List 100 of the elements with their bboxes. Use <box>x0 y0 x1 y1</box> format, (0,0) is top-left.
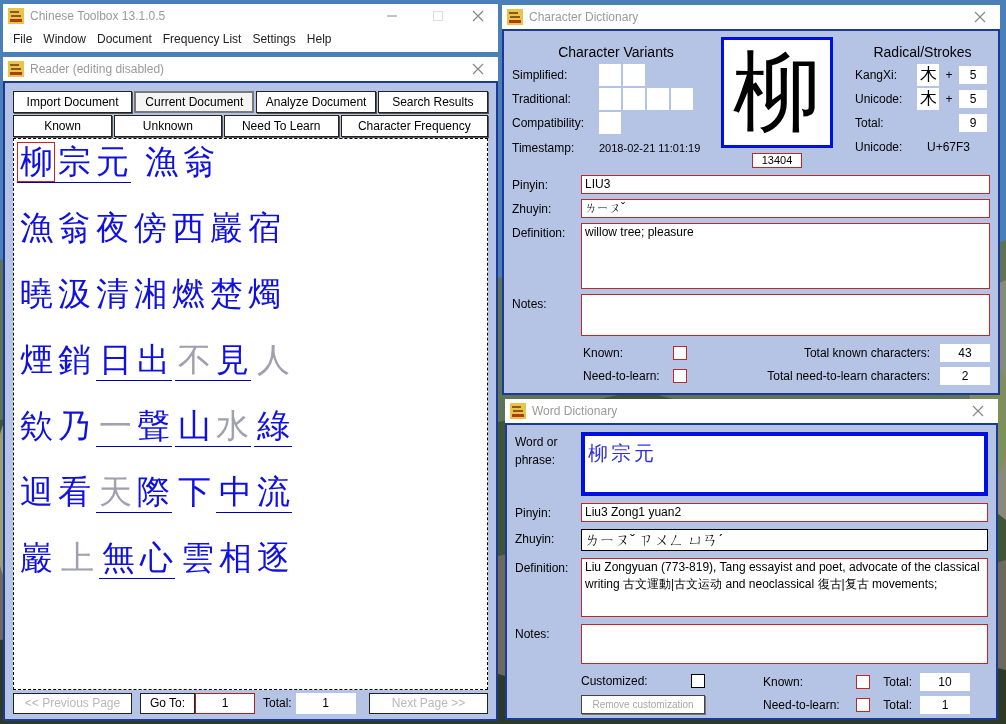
field-label: KangXi: <box>855 67 899 84</box>
field-label: Customized: <box>581 673 649 690</box>
field-label: Known: <box>583 345 625 362</box>
checkbox[interactable] <box>856 675 870 689</box>
menu-item[interactable]: Window <box>38 30 92 48</box>
tab[interactable]: Current Document <box>134 91 255 113</box>
tab[interactable]: Need To Learn <box>223 115 339 137</box>
frequency-field: 13404 <box>752 153 802 168</box>
word-link[interactable]: 柳 宗 元 <box>17 142 131 183</box>
total-label: Total: <box>882 674 912 691</box>
field-label: Notes: <box>512 296 548 313</box>
app-logo-icon <box>510 403 526 419</box>
field-label: Traditional: <box>512 91 572 108</box>
field-label: Word or phrase: <box>515 434 559 469</box>
total-label: Total: <box>882 697 912 714</box>
total-label: Total: <box>263 695 292 712</box>
text-field[interactable]: LIU3 <box>581 175 990 194</box>
field-label: Notes: <box>515 626 551 643</box>
app-logo-icon <box>8 8 24 24</box>
reader-text[interactable]: 曉汲清湘 燃 楚燭 <box>17 274 283 315</box>
window-title: Chinese Toolbox 13.1.0.5 <box>30 8 167 25</box>
checkbox[interactable] <box>691 674 705 688</box>
text-area[interactable] <box>581 294 990 336</box>
window-title: Reader (editing disabled) <box>30 61 166 78</box>
stroke-count: 5 <box>959 90 987 108</box>
menu-item[interactable]: Document <box>92 30 157 48</box>
word-link[interactable]: 不 見 <box>175 340 251 381</box>
radical-character: 木 <box>917 64 939 86</box>
word-link[interactable]: 綠 <box>254 406 292 447</box>
reader-text[interactable]: 煙銷 <box>17 340 93 381</box>
checkbox[interactable] <box>856 698 870 712</box>
phrase-field[interactable]: 柳宗元 <box>581 432 988 496</box>
text-field[interactable]: ㄌㄧㄡˇ <box>581 199 990 218</box>
maximize-icon <box>433 11 443 21</box>
page-field[interactable]: 1 <box>195 692 255 714</box>
timestamp-value: 2018-02-21 11:01:19 <box>599 140 701 156</box>
total-field: 1 <box>295 692 356 714</box>
window-title: Word Dictionary <box>532 403 619 420</box>
app-logo-icon <box>8 61 24 77</box>
checkbox[interactable] <box>673 369 687 383</box>
field-label: Definition: <box>515 560 570 577</box>
total-label: Total need-to-learn characters: <box>766 368 931 385</box>
field-label: Total: <box>855 115 885 132</box>
text-area[interactable]: willow tree; pleasure <box>581 223 990 289</box>
reader-text[interactable]: 雲 相 逐 <box>178 538 292 579</box>
text-field[interactable]: Liu3 Zong1 yuan2 <box>581 503 988 522</box>
field-label: Unicode: <box>855 139 904 156</box>
total-field: 1 <box>920 696 970 714</box>
total-field: 10 <box>920 673 970 691</box>
text-field[interactable]: ㄌㄧㄡˇ ㄗㄨㄥ ㄩㄢˊ <box>581 529 988 551</box>
word-link[interactable]: 一 聲 <box>96 406 172 447</box>
character-display: 柳 <box>721 37 833 148</box>
app-logo-icon <box>507 9 523 25</box>
total-field: 2 <box>940 367 990 385</box>
tab[interactable]: Known <box>13 115 112 137</box>
tab[interactable]: Character Frequency <box>340 115 488 137</box>
close-icon <box>974 11 986 23</box>
reader-text[interactable]: 欸 乃 <box>17 406 93 447</box>
unicode-value: U+67F3 <box>927 139 971 156</box>
field-label: Compatibility: <box>512 115 586 132</box>
field-label: Definition: <box>512 225 567 242</box>
field-label: Timestamp: <box>512 140 576 157</box>
menu-item[interactable]: Help <box>301 30 337 48</box>
text-area[interactable] <box>581 624 988 664</box>
menu-item[interactable]: File <box>8 30 38 48</box>
section-heading: Radical/Strokes <box>872 43 973 62</box>
word-link[interactable]: 中 流 <box>216 472 292 513</box>
stroke-count: 5 <box>959 66 987 84</box>
reader-text[interactable]: 巖 <box>17 538 55 579</box>
radical-character: 木 <box>917 88 939 110</box>
word-link[interactable]: 山 水 <box>175 406 251 447</box>
field-label: Simplified: <box>512 67 569 84</box>
tab[interactable]: Unknown <box>113 115 222 137</box>
menu-item[interactable]: Settings <box>247 30 301 48</box>
section-heading: Character Variants <box>557 43 675 62</box>
reader-text[interactable]: 下 <box>175 472 213 513</box>
reader-text[interactable]: 漁翁 <box>142 142 218 183</box>
tab[interactable]: Analyze Document <box>256 91 376 113</box>
total-label: Total known characters: <box>802 345 931 362</box>
checkbox[interactable] <box>673 346 687 360</box>
field-label: Need-to-learn: <box>763 697 841 714</box>
tab[interactable]: Search Results <box>377 91 488 113</box>
go-to-button[interactable]: Go To: <box>140 692 195 714</box>
word-link[interactable]: 日 出 <box>96 340 172 381</box>
plus-sign: + <box>944 67 954 84</box>
field-label: Pinyin: <box>515 505 553 522</box>
word-link[interactable]: 無心 <box>99 538 175 579</box>
plus-sign: + <box>944 91 954 108</box>
close-icon <box>472 10 484 22</box>
text-area[interactable]: Liu Zongyuan (773-819), Tang essayist and poet, advocate of the classical writing 古文運動|古文运动 and neoclassical 復古|复古 movements; <box>581 558 988 617</box>
menu-item[interactable]: Frequency List <box>157 30 247 48</box>
total-field: 43 <box>940 344 990 362</box>
close-icon <box>972 405 984 417</box>
reader-text[interactable]: 漁翁 夜 傍西 巖 宿 <box>17 208 283 249</box>
field-label: Unicode: <box>855 91 904 108</box>
tab[interactable]: Import Document <box>13 91 133 113</box>
word-link[interactable]: 天 際 <box>96 472 172 513</box>
reader-text[interactable]: 迴 看 <box>17 472 93 513</box>
close-icon <box>472 63 484 75</box>
field-label: Need-to-learn: <box>583 368 661 385</box>
